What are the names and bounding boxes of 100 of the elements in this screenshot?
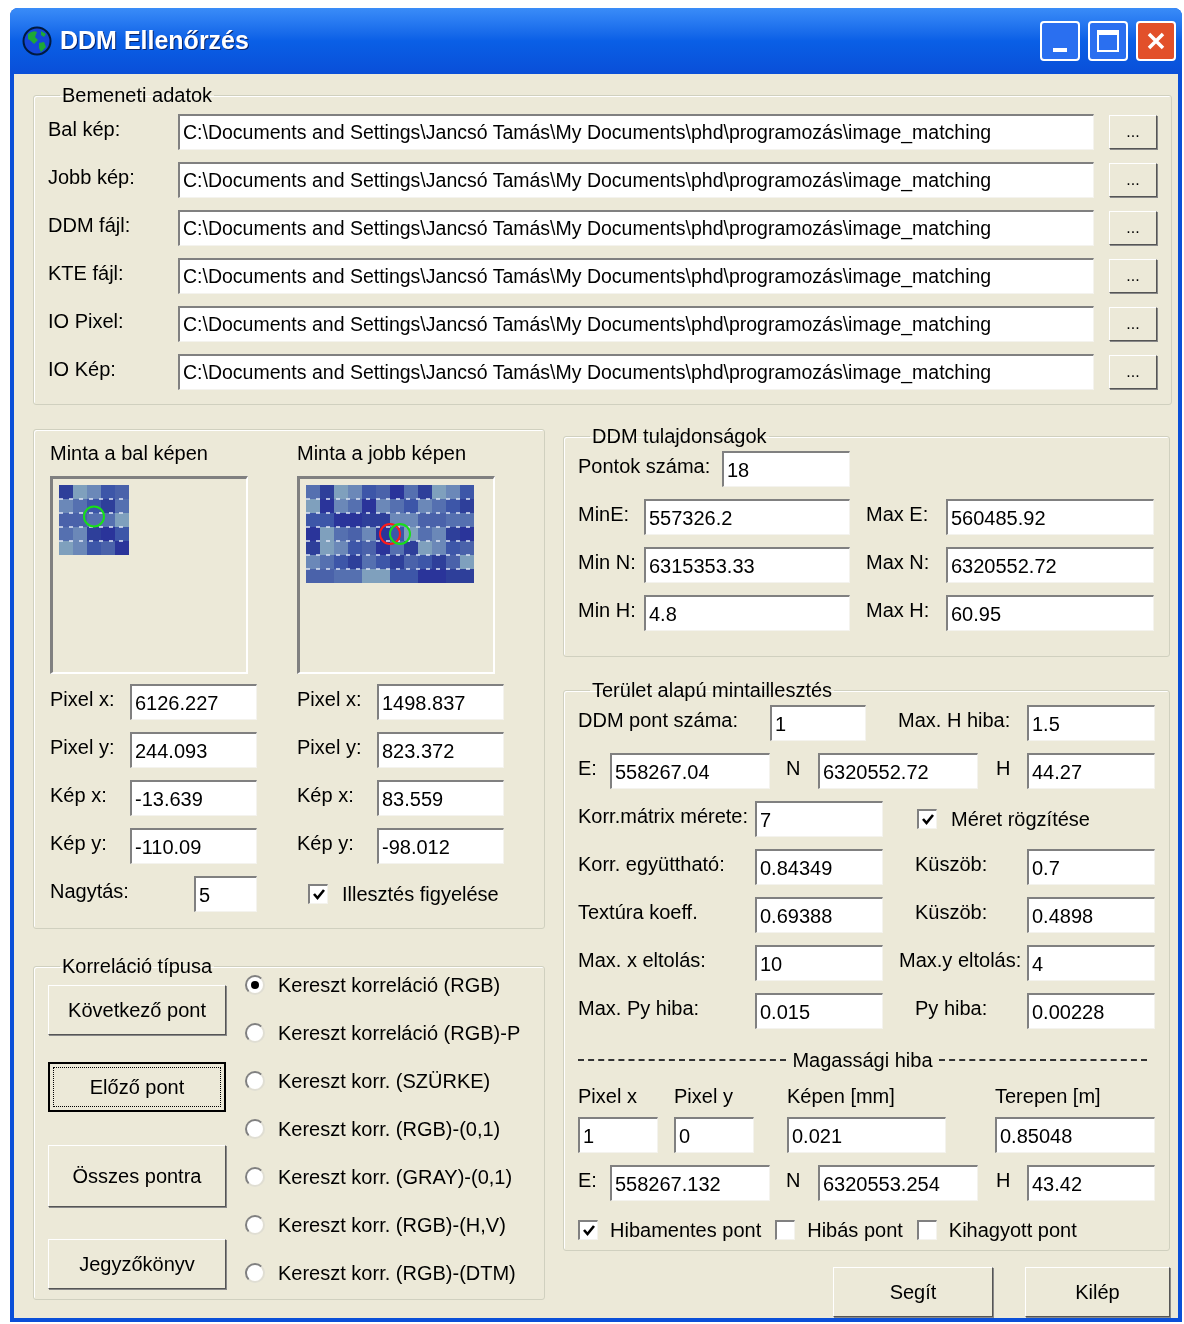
input-field[interactable]: 6320552.72 bbox=[818, 753, 978, 789]
field-label: Korr. együttható: bbox=[578, 852, 726, 877]
radio-label: Kereszt korr. (RGB)-(0,1) bbox=[278, 1116, 501, 1142]
field-label: Jobb kép: bbox=[48, 165, 136, 190]
field-label: Pixel y: bbox=[297, 735, 363, 760]
input-field[interactable]: 0.7 bbox=[1027, 849, 1155, 885]
field-label: IO Pixel: bbox=[48, 309, 125, 334]
input-field[interactable]: 0.015 bbox=[755, 993, 883, 1029]
browse-button[interactable]: ... bbox=[1109, 259, 1157, 293]
radio-button[interactable] bbox=[245, 1262, 265, 1283]
checkbox[interactable] bbox=[775, 1220, 796, 1240]
browse-button[interactable]: ... bbox=[1109, 307, 1157, 341]
input-field[interactable]: 43.42 bbox=[1027, 1165, 1155, 1201]
action-button[interactable]: Előző pont bbox=[48, 1062, 226, 1112]
input-field[interactable]: C:\Documents and Settings\Jancsó Tamás\My Documents\phd\programozás\image_matching bbox=[178, 354, 1094, 390]
field-label: Pixel y: bbox=[50, 735, 116, 760]
input-field[interactable]: 244.093 bbox=[130, 732, 257, 768]
field-label: Max. Py hiba: bbox=[578, 996, 701, 1021]
dialog-button[interactable]: Kilép bbox=[1025, 1267, 1170, 1317]
field-label: Pixel y bbox=[674, 1084, 734, 1109]
input-field[interactable]: -13.639 bbox=[130, 780, 257, 816]
minimize-button[interactable] bbox=[1040, 21, 1080, 61]
input-field[interactable]: 18 bbox=[722, 451, 850, 487]
input-field[interactable]: 557326.2 bbox=[644, 499, 850, 535]
input-field[interactable]: 10 bbox=[755, 945, 883, 981]
radio-button[interactable] bbox=[245, 974, 265, 995]
group-title: Bemeneti adatok bbox=[61, 83, 214, 108]
input-field[interactable]: 4 bbox=[1027, 945, 1155, 981]
checkbox[interactable] bbox=[308, 884, 328, 904]
field-label: Nagytás: bbox=[50, 879, 130, 904]
radio-button[interactable] bbox=[245, 1022, 265, 1043]
input-field[interactable]: C:\Documents and Settings\Jancsó Tamás\My Documents\phd\programozás\image_matching bbox=[178, 306, 1094, 342]
browse-button[interactable]: ... bbox=[1109, 355, 1157, 389]
group-title: Korreláció típusa bbox=[61, 954, 214, 979]
input-field[interactable]: 60.95 bbox=[946, 595, 1154, 631]
checkbox[interactable] bbox=[916, 1220, 937, 1240]
checkbox-label: Kihagyott pont bbox=[948, 1218, 1077, 1243]
field-label: E: bbox=[578, 1168, 598, 1193]
input-field[interactable]: 0.4898 bbox=[1027, 897, 1155, 933]
input-field[interactable]: 0.85048 bbox=[995, 1117, 1155, 1153]
field-label: KTE fájl: bbox=[48, 261, 125, 286]
input-field[interactable]: 1 bbox=[770, 705, 866, 741]
input-field[interactable]: -110.09 bbox=[130, 828, 257, 864]
input-field[interactable]: 0.00228 bbox=[1027, 993, 1155, 1029]
field-label: Max.y eltolás: bbox=[899, 948, 1023, 973]
radio-button[interactable] bbox=[245, 1070, 265, 1091]
input-field[interactable]: 7 bbox=[755, 801, 883, 837]
input-field[interactable]: 44.27 bbox=[1027, 753, 1155, 789]
input-field[interactable]: 0.69388 bbox=[755, 897, 883, 933]
input-field[interactable]: 558267.04 bbox=[610, 753, 770, 789]
input-field[interactable]: 5 bbox=[194, 876, 257, 912]
input-field[interactable]: C:\Documents and Settings\Jancsó Tamás\My Documents\phd\programozás\image_matching bbox=[178, 258, 1094, 294]
input-field[interactable]: 558267.132 bbox=[610, 1165, 770, 1201]
input-field[interactable]: 1498.837 bbox=[377, 684, 504, 720]
input-field[interactable]: 6320552.72 bbox=[946, 547, 1154, 583]
field-label: Bal kép: bbox=[48, 117, 122, 142]
field-label: Min H: bbox=[578, 598, 637, 623]
input-field[interactable]: 6126.227 bbox=[130, 684, 257, 720]
input-field[interactable]: 1 bbox=[578, 1117, 658, 1153]
input-field[interactable]: 4.8 bbox=[644, 595, 850, 631]
field-label: Max H: bbox=[866, 598, 931, 623]
input-field[interactable]: C:\Documents and Settings\Jancsó Tamás\My Documents\phd\programozás\image_matching bbox=[178, 114, 1094, 150]
action-button[interactable]: Következő pont bbox=[48, 985, 226, 1035]
field-label: DDM pont száma: bbox=[578, 708, 740, 733]
radio-button[interactable] bbox=[245, 1118, 265, 1139]
input-field[interactable]: 0.84349 bbox=[755, 849, 883, 885]
input-field[interactable]: C:\Documents and Settings\Jancsó Tamás\My Documents\phd\programozás\image_matching bbox=[178, 210, 1094, 246]
browse-button[interactable]: ... bbox=[1109, 163, 1157, 197]
action-button[interactable]: Összes pontra bbox=[48, 1145, 226, 1207]
radio-button[interactable] bbox=[245, 1214, 265, 1235]
group-title: DDM tulajdonságok bbox=[591, 424, 768, 449]
maximize-button[interactable] bbox=[1088, 21, 1128, 61]
input-field[interactable]: 1.5 bbox=[1027, 705, 1155, 741]
radio-button[interactable] bbox=[245, 1166, 265, 1187]
input-field[interactable]: 83.559 bbox=[377, 780, 504, 816]
field-label: Kép y: bbox=[50, 831, 108, 856]
checkbox[interactable] bbox=[917, 809, 937, 829]
dialog-button[interactable]: Segít bbox=[833, 1267, 993, 1317]
browse-button[interactable]: ... bbox=[1109, 211, 1157, 245]
sample-title: Minta a jobb képen bbox=[297, 441, 467, 466]
field-label: Py hiba: bbox=[915, 996, 989, 1021]
input-field[interactable]: C:\Documents and Settings\Jancsó Tamás\My Documents\phd\programozás\image_matching bbox=[178, 162, 1094, 198]
close-button[interactable] bbox=[1136, 21, 1176, 61]
input-field[interactable]: 0 bbox=[674, 1117, 754, 1153]
input-field[interactable]: 560485.92 bbox=[946, 499, 1154, 535]
input-field[interactable]: 823.372 bbox=[377, 732, 504, 768]
input-field[interactable]: 6320553.254 bbox=[818, 1165, 978, 1201]
close-icon bbox=[1146, 31, 1166, 51]
input-field[interactable]: 6315353.33 bbox=[644, 547, 850, 583]
field-label: IO Kép: bbox=[48, 357, 117, 382]
field-label: Max N: bbox=[866, 550, 931, 575]
field-label: Pixel x: bbox=[50, 687, 116, 712]
checkbox[interactable] bbox=[578, 1220, 598, 1240]
input-field[interactable]: -98.012 bbox=[377, 828, 504, 864]
field-label: Max. x eltolás: bbox=[578, 948, 707, 973]
radio-label: Kereszt korr. (GRAY)-(0,1) bbox=[278, 1164, 513, 1190]
field-label: Képen [mm] bbox=[787, 1084, 896, 1109]
input-field[interactable]: 0.021 bbox=[787, 1117, 946, 1153]
action-button[interactable]: Jegyzőkönyv bbox=[48, 1239, 226, 1289]
browse-button[interactable]: ... bbox=[1109, 115, 1157, 149]
